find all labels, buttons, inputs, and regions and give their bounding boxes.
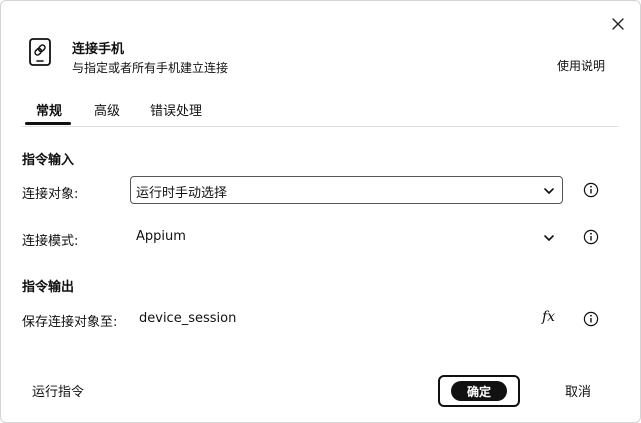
chevron-down-icon[interactable] [542,230,556,244]
ok-button[interactable]: 确定 [438,375,520,407]
dialog-subtitle: 与指定或者所有手机建立连接 [72,61,229,75]
input-section-title: 指令输入 [22,153,75,168]
active-tab-indicator [25,122,71,125]
connect-target-value: 运行时手动选择 [136,186,228,201]
save-to-label: 保存连接对象至: [22,315,118,330]
close-button[interactable] [607,13,629,35]
cancel-button[interactable]: 取消 [565,381,591,400]
tab-error-handling[interactable]: 错误处理 [150,100,202,119]
info-icon[interactable] [583,229,599,245]
ok-button-label: 确定 [451,381,507,401]
tabs-divider [21,126,619,127]
dialog-title: 连接手机 [72,42,125,57]
save-to-input[interactable]: device_session [139,311,236,326]
connect-mode-label: 连接模式: [22,234,79,249]
connect-phone-dialog: 连接手机 与指定或者所有手机建立连接 使用说明 常规 高级 错误处理 指令输入 … [0,0,641,423]
info-icon[interactable] [583,182,599,198]
info-icon[interactable] [583,311,599,327]
help-link[interactable]: 使用说明 [557,57,605,74]
fx-icon[interactable]: fx [542,309,555,325]
tab-advanced[interactable]: 高级 [94,100,120,119]
output-section-title: 指令输出 [22,280,75,295]
chevron-down-icon[interactable] [542,183,556,197]
tab-general[interactable]: 常规 [36,100,62,119]
connect-mode-value[interactable]: Appium [136,229,186,244]
connect-target-label: 连接对象: [22,187,79,202]
close-icon [612,18,624,30]
run-command-button[interactable]: 运行指令 [32,381,84,400]
link-phone-icon [25,37,55,67]
